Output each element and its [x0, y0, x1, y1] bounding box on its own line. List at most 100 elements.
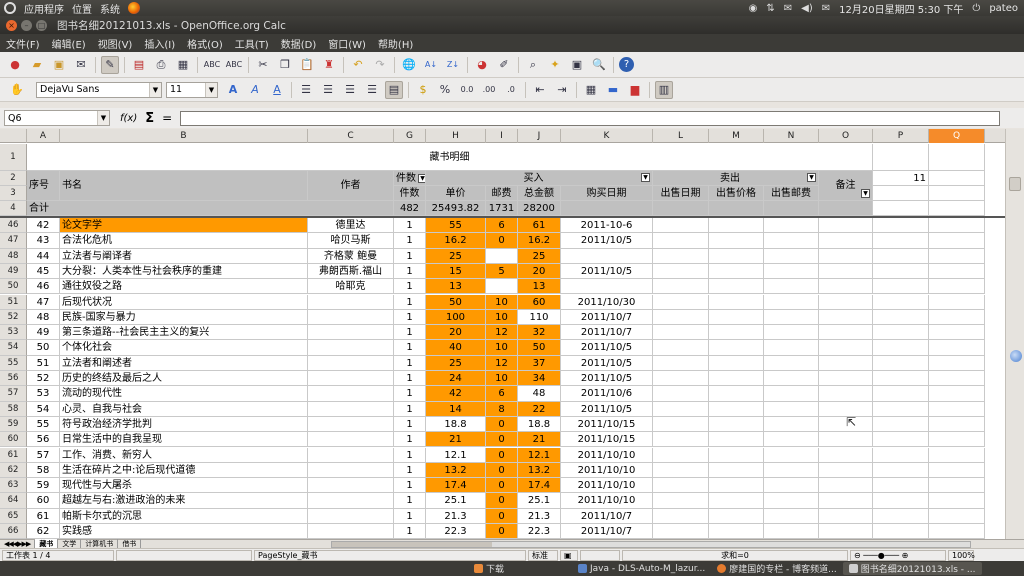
cell-price[interactable]: 42 [426, 386, 486, 402]
cell[interactable] [929, 340, 985, 356]
cell[interactable] [709, 309, 764, 326]
cell-qty[interactable]: 1 [394, 233, 426, 249]
cell[interactable] [819, 478, 873, 494]
cell-price[interactable]: 17.4 [426, 478, 486, 494]
cell[interactable] [709, 248, 764, 264]
cell-buy-date[interactable]: 2011/10/5 [561, 355, 653, 371]
sum-postage[interactable]: 1731 [486, 201, 518, 216]
cell[interactable] [873, 201, 929, 216]
cell[interactable] [819, 294, 873, 310]
cell-total[interactable]: 32 [518, 325, 561, 341]
cell-postage[interactable] [486, 279, 518, 295]
cell-author[interactable] [308, 386, 394, 402]
cell[interactable] [653, 478, 709, 494]
add-decimal-icon[interactable]: .00 [480, 81, 498, 99]
horizontal-scrollbar[interactable] [331, 540, 972, 548]
cell[interactable] [764, 233, 819, 249]
cell-postage[interactable]: 12 [486, 325, 518, 341]
cell-postage[interactable]: 6 [486, 218, 518, 234]
cell[interactable] [819, 524, 873, 539]
cell[interactable] [819, 462, 873, 479]
header-sell-date[interactable]: 出售日期 [653, 186, 709, 201]
cell-total[interactable]: 16.2 [518, 233, 561, 249]
cell[interactable] [764, 263, 819, 280]
cell[interactable] [819, 233, 873, 249]
cell-qty[interactable]: 1 [394, 371, 426, 387]
cell-price[interactable]: 13.2 [426, 462, 486, 479]
row-header[interactable]: 46 [0, 218, 27, 234]
cell[interactable] [873, 218, 929, 234]
cell[interactable] [709, 263, 764, 280]
cell-seq[interactable]: 43 [27, 233, 60, 249]
cell-buy-date[interactable] [561, 248, 653, 264]
cell-total[interactable]: 110 [518, 309, 561, 326]
chrome-icon[interactable]: ◉ [749, 3, 758, 14]
cell-price[interactable]: 25.1 [426, 493, 486, 509]
cell[interactable] [764, 309, 819, 326]
cell[interactable] [709, 508, 764, 524]
paste-icon[interactable]: 📋 [298, 56, 316, 74]
cell[interactable] [653, 493, 709, 509]
cell-qty[interactable]: 1 [394, 355, 426, 371]
cell[interactable] [873, 294, 929, 310]
align-center-icon[interactable]: ☰ [319, 81, 337, 99]
cell[interactable] [764, 524, 819, 539]
cell-author[interactable] [308, 447, 394, 463]
cell[interactable] [929, 401, 985, 417]
cell[interactable] [764, 508, 819, 524]
align-left-icon[interactable]: ☰ [297, 81, 315, 99]
cell[interactable] [653, 263, 709, 280]
cell-seq[interactable]: 50 [27, 340, 60, 356]
zoom-slider[interactable]: ⊖ ───●─── ⊕ [850, 549, 946, 561]
cell-total[interactable]: 21 [518, 432, 561, 448]
sum-price[interactable]: 25493.82 [426, 201, 486, 216]
cell-author[interactable]: 哈耶克 [308, 279, 394, 295]
cell-buy-date[interactable]: 2011/10/5 [561, 340, 653, 356]
tab-nav-arrows[interactable]: ◀◀◀▶▶▶ [0, 540, 36, 548]
cell-price[interactable]: 13 [426, 279, 486, 295]
cell[interactable] [709, 279, 764, 295]
cell-book-title[interactable]: 论文字学 [60, 218, 308, 234]
header-note[interactable]: 备注 ▼ [819, 171, 873, 201]
increase-indent-icon[interactable]: ⇥ [553, 81, 571, 99]
spellcheck-icon[interactable]: ABC [203, 56, 221, 74]
autofilter-dropdown-icon[interactable]: ▼ [641, 173, 650, 182]
menu-tools[interactable]: 工具(T) [229, 36, 275, 51]
cell-qty[interactable]: 1 [394, 493, 426, 509]
column-header-o[interactable]: O [819, 129, 873, 143]
save-icon[interactable]: ▣ [50, 56, 68, 74]
menu-window[interactable]: 窗口(W) [322, 36, 372, 51]
column-header-a[interactable]: A [27, 129, 60, 143]
cell[interactable] [873, 325, 929, 341]
row-header[interactable]: 51 [0, 294, 27, 310]
cell-postage[interactable]: 10 [486, 340, 518, 356]
cell-qty[interactable]: 1 [394, 294, 426, 310]
cell[interactable] [929, 355, 985, 371]
cell-buy-date[interactable]: 2011/10/5 [561, 371, 653, 387]
cell-total[interactable]: 13.2 [518, 462, 561, 479]
cell-book-title[interactable]: 流动的现代性 [60, 386, 308, 402]
cell-book-title[interactable]: 立法者和阐述者 [60, 355, 308, 371]
cell-seq[interactable]: 54 [27, 401, 60, 417]
italic-icon[interactable]: A [246, 81, 264, 99]
cell-postage[interactable]: 0 [486, 508, 518, 524]
status-insert-mode[interactable]: 标准 [528, 549, 558, 561]
cell-postage[interactable]: 6 [486, 386, 518, 402]
menu-data[interactable]: 数据(D) [275, 36, 323, 51]
cell-price[interactable]: 100 [426, 309, 486, 326]
cell[interactable] [929, 309, 985, 326]
cell-book-title[interactable]: 个体化社会 [60, 340, 308, 356]
cell-postage[interactable]: 12 [486, 355, 518, 371]
cell[interactable] [653, 447, 709, 463]
cell[interactable] [764, 416, 819, 433]
cell[interactable] [653, 462, 709, 479]
styles-icon[interactable]: ✋ [8, 81, 26, 99]
cell-book-title[interactable]: 心灵、自我与社会 [60, 401, 308, 417]
cell[interactable] [709, 340, 764, 356]
autofilter-dropdown-icon[interactable]: ▼ [807, 173, 816, 182]
sum-label[interactable]: 合计 [27, 201, 394, 216]
cell-buy-date[interactable]: 2011/10/7 [561, 309, 653, 326]
cell[interactable] [819, 493, 873, 509]
header-total[interactable]: 总金额 [518, 186, 561, 201]
cell-author[interactable] [308, 508, 394, 524]
